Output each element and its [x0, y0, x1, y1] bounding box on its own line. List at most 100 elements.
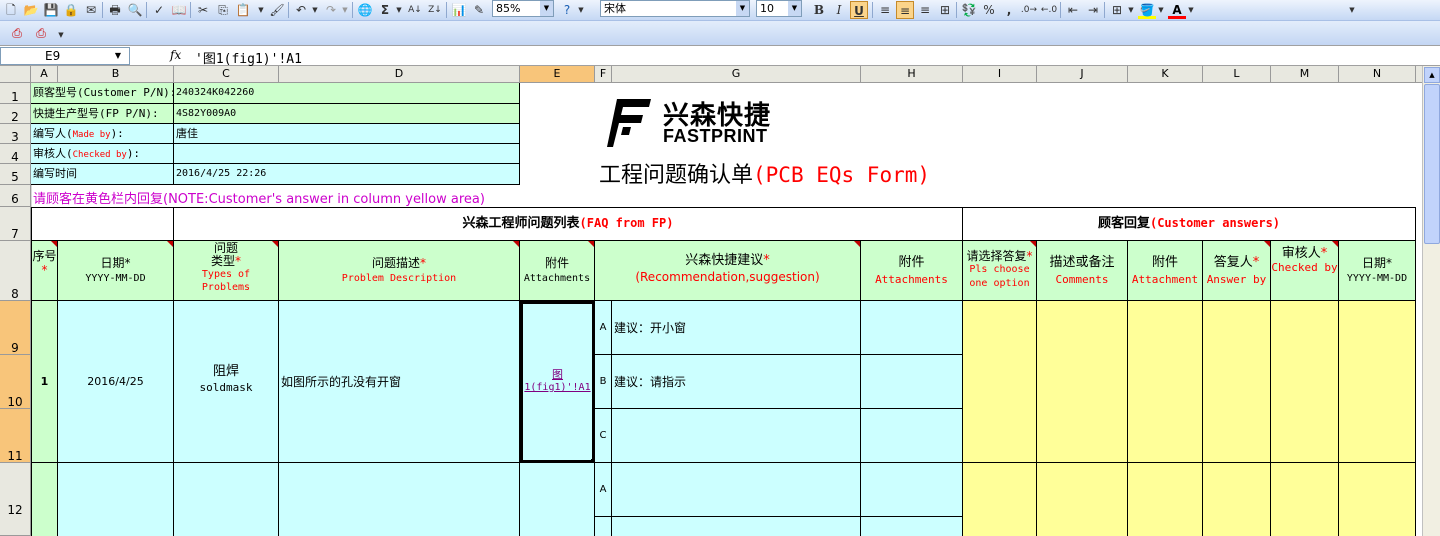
row-header-8[interactable]: 8: [0, 241, 31, 301]
borders-dropdown-icon[interactable]: ▼: [1126, 1, 1136, 19]
row-header-12[interactable]: 12: [0, 463, 31, 536]
problem-1-option-c-attachment[interactable]: [861, 409, 963, 463]
spelling-icon[interactable]: ✓: [150, 1, 168, 19]
fill-color-icon[interactable]: 🪣: [1138, 1, 1156, 19]
problem-1-seq[interactable]: 1: [31, 301, 58, 463]
underline-button[interactable]: U: [850, 1, 868, 19]
new-document-icon[interactable]: 🗋: [2, 1, 20, 19]
paste-dropdown-icon[interactable]: ▼: [256, 1, 266, 19]
function-icon[interactable]: fx: [170, 48, 181, 62]
problem-1-type[interactable]: 阻焊 soldmask: [174, 301, 279, 463]
research-icon[interactable]: 📖: [170, 1, 188, 19]
scroll-up-button[interactable]: ▲: [1424, 67, 1440, 83]
problem-2-option-b-text[interactable]: [612, 517, 861, 536]
percent-style-button[interactable]: %: [980, 1, 998, 19]
hyperlink-icon[interactable]: 🌐: [356, 1, 374, 19]
sort-ascending-icon[interactable]: A↓: [406, 1, 424, 19]
print-preview-icon[interactable]: 🔍: [126, 1, 144, 19]
problem-2-description[interactable]: [279, 463, 520, 536]
time-value[interactable]: 2016/4/25 22:26: [174, 164, 520, 185]
problem-1-customer-attachment[interactable]: [1128, 301, 1203, 463]
problem-2-date[interactable]: [58, 463, 174, 536]
row-header-10[interactable]: 10: [0, 355, 31, 409]
pdf-toolbar-options-icon[interactable]: ▼: [56, 26, 66, 44]
problem-2-option-b-attachment[interactable]: [861, 517, 963, 536]
column-header-f[interactable]: F: [595, 66, 612, 83]
column-header-c[interactable]: C: [174, 66, 279, 83]
decrease-decimal-icon[interactable]: ←.0: [1040, 1, 1058, 19]
column-header-k[interactable]: K: [1128, 66, 1203, 83]
row-header-5[interactable]: 5: [0, 164, 31, 185]
fill-color-dropdown-icon[interactable]: ▼: [1156, 1, 1166, 19]
row-header-2[interactable]: 2: [0, 104, 31, 124]
pdf-convert-icon[interactable]: ⎙: [8, 24, 26, 42]
problem-1-option-a-text[interactable]: 建议：开小窗: [612, 301, 861, 355]
undo-icon[interactable]: ↶: [292, 1, 310, 19]
font-color-icon[interactable]: A: [1168, 1, 1186, 19]
redo-dropdown-icon[interactable]: ▼: [340, 1, 350, 19]
align-left-icon[interactable]: ≡: [876, 1, 894, 19]
font-name-select[interactable]: 宋体 ▼: [600, 0, 750, 17]
problem-2-seq[interactable]: [31, 463, 58, 536]
column-header-m[interactable]: M: [1271, 66, 1339, 83]
help-icon[interactable]: ?: [558, 1, 576, 19]
cut-icon[interactable]: ✂: [194, 1, 212, 19]
email-icon[interactable]: ✉: [82, 1, 100, 19]
scroll-thumb[interactable]: [1424, 84, 1440, 244]
row-header-9[interactable]: 9: [0, 301, 31, 355]
print-icon[interactable]: 🖶: [106, 1, 124, 19]
row-header-7[interactable]: 7: [0, 207, 31, 241]
problem-1-answer-by[interactable]: [1203, 301, 1271, 463]
problem-1-choose-option[interactable]: [963, 301, 1037, 463]
permission-icon[interactable]: 🔒: [62, 1, 80, 19]
increase-indent-icon[interactable]: ⇥: [1084, 1, 1102, 19]
problem-2-option-a-attachment[interactable]: [861, 463, 963, 517]
open-folder-icon[interactable]: 📂: [22, 1, 40, 19]
problem-2-comments[interactable]: [1037, 463, 1128, 536]
checked-by-value[interactable]: [174, 144, 520, 164]
save-icon[interactable]: 💾: [42, 1, 60, 19]
made-by-value[interactable]: 唐佳: [174, 124, 520, 144]
bold-button[interactable]: B: [810, 1, 828, 19]
row-header-1[interactable]: 1: [0, 83, 31, 104]
fp-pn-value[interactable]: 4S82Y009A0: [174, 104, 520, 124]
autosum-dropdown-icon[interactable]: ▼: [394, 1, 404, 19]
comma-style-button[interactable]: ,: [1000, 1, 1018, 19]
borders-icon[interactable]: ⊞: [1108, 1, 1126, 19]
problem-1-description[interactable]: 如图所示的孔没有开窗: [279, 301, 520, 463]
chart-wizard-icon[interactable]: 📊: [450, 1, 468, 19]
vertical-scrollbar[interactable]: ▲: [1422, 66, 1440, 536]
problem-2-checked-by[interactable]: [1271, 463, 1339, 536]
column-header-l[interactable]: L: [1203, 66, 1271, 83]
column-header-g[interactable]: G: [612, 66, 861, 83]
problem-1-option-a-attachment[interactable]: [861, 301, 963, 355]
column-header-e[interactable]: E: [520, 66, 595, 83]
problem-2-answer-by[interactable]: [1203, 463, 1271, 536]
row-header-6[interactable]: 6: [0, 185, 31, 207]
sort-descending-icon[interactable]: Z↓: [426, 1, 444, 19]
problem-1-comments[interactable]: [1037, 301, 1128, 463]
select-all-corner[interactable]: [0, 66, 31, 83]
column-header-i[interactable]: I: [963, 66, 1037, 83]
row-header-11[interactable]: 11: [0, 409, 31, 463]
align-right-icon[interactable]: ≡: [916, 1, 934, 19]
column-header-d[interactable]: D: [279, 66, 520, 83]
customer-pn-value[interactable]: 240324K042260: [174, 83, 520, 104]
formula-input[interactable]: '图1(fig1)'!A1: [195, 48, 302, 67]
column-header-h[interactable]: H: [861, 66, 963, 83]
worksheet-grid[interactable]: 顾客型号(Customer P/N): 240324K042260 快捷生产型号…: [31, 83, 1416, 536]
problem-2-type[interactable]: [174, 463, 279, 536]
column-header-a[interactable]: A: [31, 66, 58, 83]
problem-1-attachment-link[interactable]: 图 1(fig1)'!A1: [520, 301, 595, 463]
column-header-j[interactable]: J: [1037, 66, 1128, 83]
font-size-select[interactable]: 10 ▼: [756, 0, 802, 17]
paste-icon[interactable]: 📋: [234, 1, 252, 19]
merge-center-icon[interactable]: ⊞: [936, 1, 954, 19]
problem-2-option-a-text[interactable]: [612, 463, 861, 517]
format-painter-icon[interactable]: 🖌: [268, 1, 286, 19]
help-dropdown-icon[interactable]: ▼: [576, 1, 586, 19]
problem-2-date-answer[interactable]: [1339, 463, 1416, 536]
decrease-indent-icon[interactable]: ⇤: [1064, 1, 1082, 19]
undo-dropdown-icon[interactable]: ▼: [310, 1, 320, 19]
column-header-b[interactable]: B: [58, 66, 174, 83]
